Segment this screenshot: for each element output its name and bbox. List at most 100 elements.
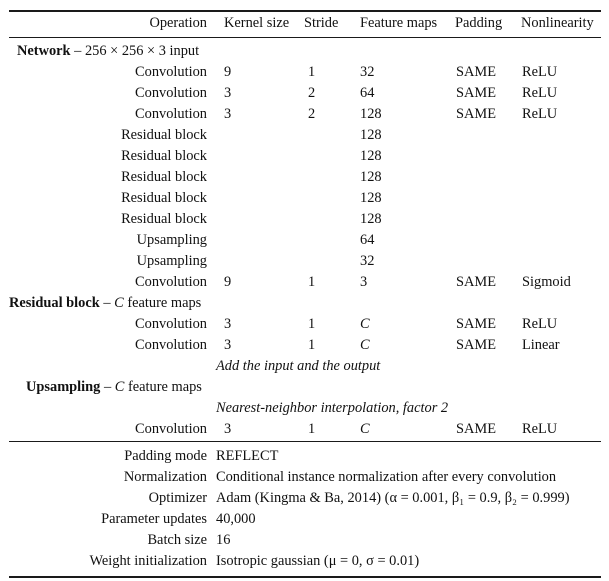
header-nonlinearity: Nonlinearity	[521, 15, 594, 31]
setting-label: Weight initialization	[89, 553, 207, 569]
cell-stride: 1	[308, 316, 316, 332]
table-row: Convolution 9 1 32 SAME ReLU	[0, 62, 609, 83]
setting-value: Adam (Kingma & Ba, 2014) (α = 0.001, β₁ …	[216, 490, 570, 506]
cell-feature-maps: 3	[360, 274, 368, 290]
cell-operation: Convolution	[135, 106, 207, 122]
table-row: Residual block 128	[0, 146, 609, 167]
cell-padding: SAME	[456, 316, 496, 332]
section-title-bold: Network	[17, 43, 71, 59]
note-row: Nearest-neighbor interpolation, factor 2	[0, 398, 609, 419]
header-feature-maps: Feature maps	[360, 15, 438, 31]
table-row: Convolution 3 1 C SAME ReLU	[0, 314, 609, 335]
setting-value: 16	[216, 532, 231, 548]
top-rule	[9, 10, 601, 12]
settings-row: Batch size 16	[0, 530, 609, 551]
cell-kernel-size: 3	[224, 421, 232, 437]
cell-operation: Residual block	[121, 169, 207, 185]
cell-operation: Convolution	[135, 85, 207, 101]
header-rule	[9, 37, 601, 38]
settings-row: Weight initialization Isotropic gaussian …	[0, 551, 609, 572]
cell-kernel-size: 9	[224, 64, 232, 80]
mid-rule	[9, 441, 601, 442]
table-row: Convolution 3 1 C SAME Linear	[0, 335, 609, 356]
cell-feature-maps: 64	[360, 232, 375, 248]
setting-value: Conditional instance normalization after…	[216, 469, 557, 485]
table-row: Convolution 3 2 64 SAME ReLU	[0, 83, 609, 104]
cell-padding: SAME	[456, 421, 496, 437]
table-row: Residual block 128	[0, 209, 609, 230]
cell-operation: Convolution	[135, 64, 207, 80]
cell-operation: Upsampling	[136, 232, 207, 248]
cell-padding: SAME	[456, 106, 496, 122]
setting-label: Batch size	[147, 532, 207, 548]
cell-operation: Convolution	[135, 274, 207, 290]
table-row: Upsampling 32	[0, 251, 609, 272]
settings-row: Padding mode REFLECT	[0, 446, 609, 467]
cell-feature-maps: 64	[360, 85, 375, 101]
settings-row: Optimizer Adam (Kingma & Ba, 2014) (α = 0…	[0, 488, 609, 509]
note-text: Nearest-neighbor interpolation, factor 2	[216, 400, 449, 416]
section-title-rest: – C feature maps	[99, 295, 202, 311]
cell-kernel-size: 3	[224, 337, 232, 353]
section-title-bold: Residual block	[9, 295, 100, 311]
cell-feature-maps: C	[360, 316, 370, 332]
table-row: Residual block 128	[0, 188, 609, 209]
settings-row: Normalization Conditional instance normal…	[0, 467, 609, 488]
cell-operation: Residual block	[121, 127, 207, 143]
cell-feature-maps: 128	[360, 148, 382, 164]
header-padding: Padding	[455, 15, 503, 31]
settings-row: Parameter updates 40,000	[0, 509, 609, 530]
setting-label: Parameter updates	[101, 511, 207, 527]
cell-operation: Residual block	[121, 190, 207, 206]
setting-value: 40,000	[216, 511, 256, 527]
setting-value: REFLECT	[216, 448, 279, 464]
cell-operation: Residual block	[121, 211, 207, 227]
cell-operation: Residual block	[121, 148, 207, 164]
symbol-c: C	[114, 379, 125, 395]
cell-operation: Convolution	[135, 316, 207, 332]
bottom-rule	[9, 576, 601, 578]
cell-stride: 2	[308, 85, 316, 101]
cell-kernel-size: 3	[224, 85, 232, 101]
cell-feature-maps: 32	[360, 253, 375, 269]
cell-feature-maps: C	[360, 337, 370, 353]
setting-label: Optimizer	[148, 490, 207, 506]
cell-operation: Convolution	[135, 337, 207, 353]
header-row: Operation Kernel size Stride Feature map…	[0, 13, 609, 34]
table-row: Residual block 128	[0, 167, 609, 188]
cell-feature-maps: 128	[360, 127, 382, 143]
section-heading: Residual block – C feature maps	[0, 293, 609, 314]
cell-padding: SAME	[456, 85, 496, 101]
table-row: Convolution 3 2 128 SAME ReLU	[0, 104, 609, 125]
cell-nonlinearity: ReLU	[522, 64, 558, 80]
cell-feature-maps: 128	[360, 211, 382, 227]
table-row: Residual block 128	[0, 125, 609, 146]
cell-stride: 1	[308, 421, 316, 437]
cell-operation: Convolution	[135, 421, 207, 437]
cell-nonlinearity: ReLU	[522, 316, 558, 332]
setting-label: Normalization	[123, 469, 207, 485]
note-text: Add the input and the output	[216, 358, 381, 374]
cell-feature-maps: C	[360, 421, 370, 437]
symbol-c: C	[114, 295, 124, 311]
section-title: Upsampling – C feature maps	[26, 377, 202, 398]
setting-label: Padding mode	[124, 448, 207, 464]
section-title: Network – 256 × 256 × 3 input	[17, 41, 199, 62]
cell-padding: SAME	[456, 274, 496, 290]
section-title-bold: Upsampling	[26, 379, 101, 395]
cell-feature-maps: 32	[360, 64, 375, 80]
section-title-rest: – 256 × 256 × 3 input	[70, 43, 200, 59]
cell-stride: 1	[308, 64, 316, 80]
cell-feature-maps: 128	[360, 106, 382, 122]
table-row: Convolution 3 1 C SAME ReLU	[0, 419, 609, 440]
cell-operation: Upsampling	[136, 253, 207, 269]
table-row: Convolution 9 1 3 SAME Sigmoid	[0, 272, 609, 293]
section-heading: Network – 256 × 256 × 3 input	[0, 41, 609, 62]
cell-feature-maps: 128	[360, 190, 382, 206]
setting-value: Isotropic gaussian (μ = 0, σ = 0.01)	[216, 553, 420, 569]
section-title-rest: – C feature maps	[100, 379, 202, 395]
cell-nonlinearity: ReLU	[522, 85, 558, 101]
cell-feature-maps: 128	[360, 169, 382, 185]
cell-nonlinearity: Linear	[522, 337, 560, 353]
section-heading: Upsampling – C feature maps	[0, 377, 609, 398]
